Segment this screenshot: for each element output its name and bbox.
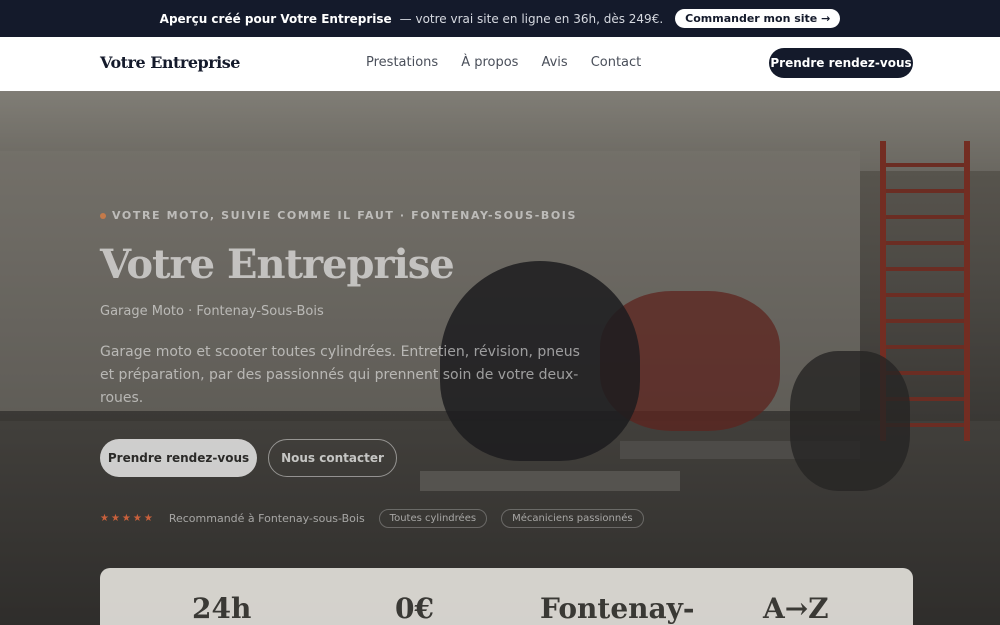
hero-contact-button[interactable]: Nous contacter: [268, 439, 397, 477]
promo-banner: Aperçu créé pour Votre Entreprise — votr…: [0, 0, 1000, 37]
hero-subtitle: Garage Moto · Fontenay-Sous-Bois: [100, 304, 324, 319]
nav-link-prestations[interactable]: Prestations: [366, 55, 438, 70]
pill-badge: Mécaniciens passionnés: [501, 509, 644, 528]
dot-icon: [100, 213, 106, 219]
hero-eyebrow-text: VOTRE MOTO, SUIVIE COMME IL FAUT · FONTE…: [112, 209, 578, 222]
pill-badge: Toutes cylindrées: [378, 509, 488, 528]
trust-row: ★★★★★ Recommandé à Fontenay-sous-Bois To…: [100, 509, 644, 528]
hero-section: VOTRE MOTO, SUIVIE COMME IL FAUT · FONTE…: [0, 91, 1000, 625]
rating-stars-icon: ★★★★★: [100, 513, 155, 524]
hero-title: Votre Entreprise: [100, 241, 455, 288]
nav-link-contact[interactable]: Contact: [591, 55, 642, 70]
hero-eyebrow: VOTRE MOTO, SUIVIE COMME IL FAUT · FONTE…: [100, 209, 577, 222]
stats-card: 24h 0€ Fontenay- A→Z: [100, 568, 913, 625]
hero-description: Garage moto et scooter toutes cylindrées…: [100, 344, 580, 406]
nav-menu: Prestations À propos Avis Contact: [366, 55, 641, 70]
stat-value: Fontenay-: [540, 592, 695, 625]
stat-value: A→Z: [763, 592, 829, 625]
banner-text: — votre vrai site en ligne en 36h, dès 2…: [399, 11, 664, 26]
banner-lead: Aperçu créé pour Votre Entreprise: [159, 11, 392, 26]
nav-link-avis[interactable]: Avis: [541, 55, 567, 70]
stat-value: 0€: [395, 592, 434, 625]
main-nav: Votre Entreprise Prestations À propos Av…: [0, 37, 1000, 91]
brand-logo[interactable]: Votre Entreprise: [100, 53, 240, 72]
stat-value: 24h: [192, 592, 252, 625]
hero-book-button[interactable]: Prendre rendez-vous: [100, 439, 257, 477]
book-appointment-button[interactable]: Prendre rendez-vous: [769, 48, 913, 78]
trust-text: Recommandé à Fontenay-sous-Bois: [168, 512, 365, 525]
nav-link-a-propos[interactable]: À propos: [461, 55, 518, 70]
order-site-button[interactable]: Commander mon site →: [675, 9, 841, 28]
